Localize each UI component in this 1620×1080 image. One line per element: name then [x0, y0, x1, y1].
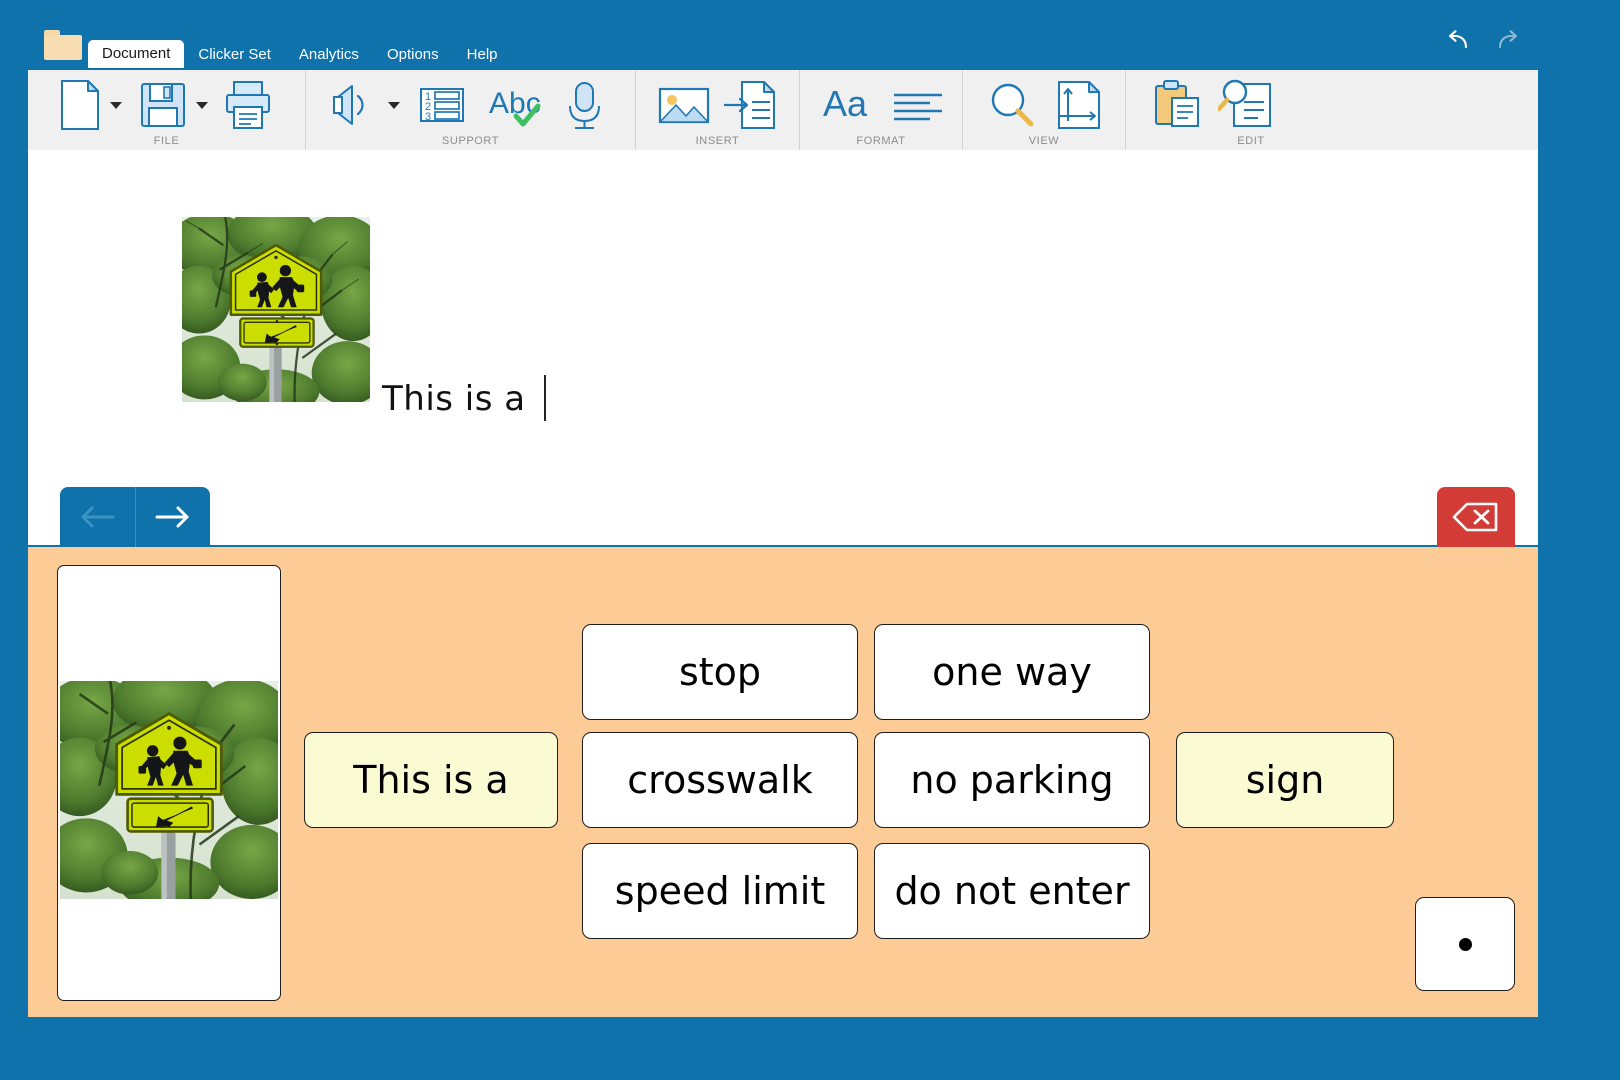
ribbon-group-insert: INSERT	[636, 70, 800, 150]
microphone-icon[interactable]	[560, 76, 608, 134]
ribbon-toolbar: FILE 1 2 3 Abc SUPPORT INSERT Aa FORMAT …	[28, 68, 1538, 150]
zoom-icon[interactable]	[983, 76, 1041, 134]
ribbon-group-label-format: FORMAT	[856, 135, 906, 147]
insert-picture-icon[interactable]	[654, 76, 714, 134]
word-card[interactable]: crosswalk	[582, 732, 858, 828]
tab-help[interactable]: Help	[453, 42, 512, 68]
save-icon[interactable]	[134, 76, 192, 134]
word-card[interactable]: no parking	[874, 732, 1150, 828]
period-button[interactable]	[1415, 897, 1515, 991]
document-page[interactable]: This is a	[28, 150, 1538, 545]
ribbon-group-support: 1 2 3 Abc SUPPORT	[306, 70, 636, 150]
insert-page-icon[interactable]	[722, 76, 780, 134]
tab-document[interactable]: Document	[88, 40, 185, 68]
ribbon-group-edit: EDIT	[1126, 70, 1538, 150]
paste-icon[interactable]	[1150, 76, 1208, 134]
word-card-grid: This is a stop crosswalk speed limit one way…	[28, 547, 1538, 1017]
word-card[interactable]: This is a	[304, 732, 558, 828]
arrow-right-icon[interactable]	[134, 487, 211, 547]
ribbon-group-label-view: VIEW	[1028, 135, 1060, 147]
ribbon-group-file: FILE	[28, 70, 306, 150]
word-card[interactable]: sign	[1176, 732, 1394, 828]
ribbon-group-label-support: SUPPORT	[441, 135, 500, 147]
svg-text:3: 3	[425, 111, 431, 123]
word-card[interactable]: stop	[582, 624, 858, 720]
new-document-icon[interactable]	[52, 76, 106, 134]
page-layout-icon[interactable]	[1049, 76, 1107, 134]
document-text-line[interactable]: This is a	[382, 375, 546, 421]
menu-bar: Document Clicker Set Analytics Options H…	[88, 40, 512, 68]
word-card-label: do not enter	[894, 869, 1130, 913]
word-card-label: crosswalk	[627, 758, 813, 802]
document-image[interactable]	[182, 217, 370, 402]
align-icon[interactable]	[890, 76, 946, 134]
tab-clicker-set[interactable]: Clicker Set	[184, 42, 285, 68]
speaker-caret-icon[interactable]	[384, 76, 404, 134]
tab-analytics[interactable]: Analytics	[285, 42, 373, 68]
document-text: This is a	[382, 379, 537, 419]
title-bar: Document Clicker Set Analytics Options H…	[0, 0, 1620, 68]
undo-icon[interactable]	[1446, 28, 1474, 52]
font-icon[interactable]: Aa	[820, 76, 882, 134]
word-card[interactable]: do not enter	[874, 843, 1150, 939]
find-replace-icon[interactable]	[1218, 76, 1276, 134]
word-card-label: one way	[932, 650, 1092, 694]
word-card-label: sign	[1245, 758, 1325, 802]
word-card-label: speed limit	[614, 869, 826, 913]
print-icon[interactable]	[220, 76, 276, 134]
speaker-icon[interactable]	[328, 76, 384, 134]
arrow-left-icon[interactable]	[60, 487, 135, 547]
ribbon-group-label-file: FILE	[153, 135, 180, 147]
word-card-label: no parking	[910, 758, 1114, 802]
backspace-icon[interactable]	[1437, 487, 1515, 547]
save-caret-icon[interactable]	[192, 76, 212, 134]
period-glyph	[1458, 937, 1472, 951]
ribbon-group-view: VIEW	[963, 70, 1126, 150]
school-crossing-sign-photo	[182, 217, 370, 402]
spell-check-icon[interactable]: Abc	[486, 76, 546, 134]
ribbon-group-format: Aa FORMAT	[800, 70, 963, 150]
word-card[interactable]: speed limit	[582, 843, 858, 939]
redo-icon[interactable]	[1492, 28, 1520, 52]
folder-icon	[44, 30, 82, 60]
svg-text:Aa: Aa	[823, 83, 868, 124]
new-document-caret-icon[interactable]	[106, 76, 126, 134]
text-cursor	[543, 375, 546, 421]
tab-options[interactable]: Options	[373, 42, 453, 68]
word-card[interactable]: one way	[874, 624, 1150, 720]
word-list-icon[interactable]: 1 2 3	[414, 76, 468, 134]
navigation-buttons	[60, 487, 210, 547]
ribbon-group-label-edit: EDIT	[1237, 135, 1265, 147]
word-card-label: stop	[678, 650, 762, 694]
word-card-label: This is a	[353, 758, 509, 802]
window-actions	[1446, 28, 1520, 52]
ribbon-group-label-insert: INSERT	[695, 135, 740, 147]
word-bank-panel: This is a stop crosswalk speed limit one way…	[28, 547, 1538, 1017]
clicker-app-window: Document Clicker Set Analytics Options H…	[0, 0, 1620, 1080]
